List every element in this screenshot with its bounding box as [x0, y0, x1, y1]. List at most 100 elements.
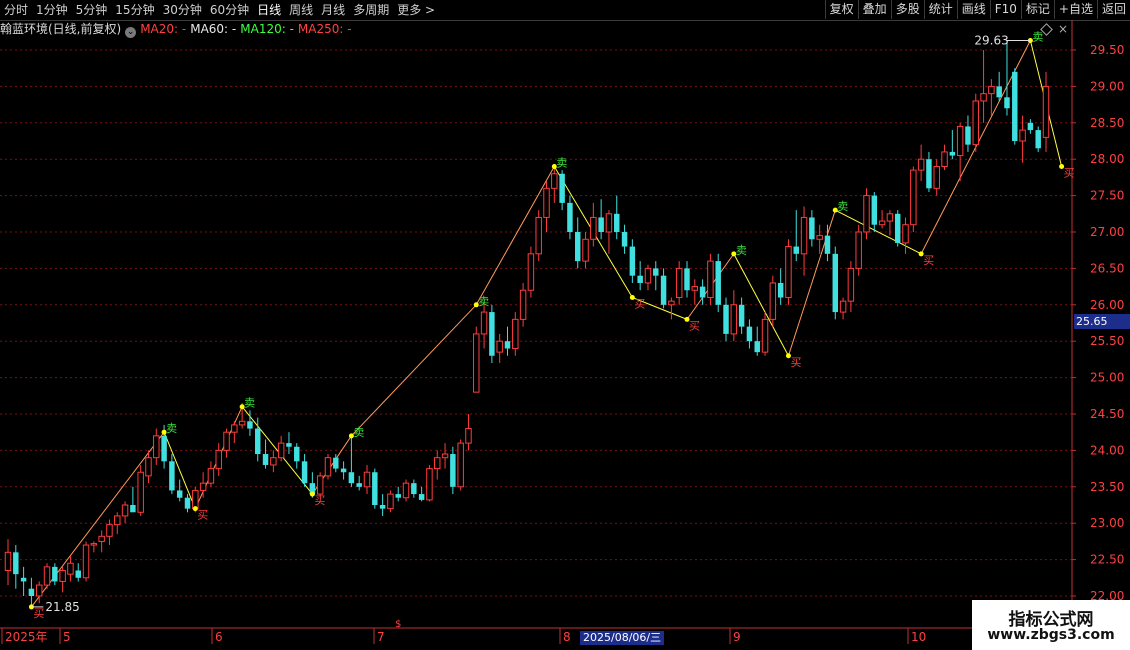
candle-body-up	[543, 187, 550, 218]
candle-body-up	[551, 173, 558, 189]
candle-body-down	[824, 235, 831, 254]
candle-body-up	[910, 169, 917, 226]
watermark: 指标公式网 www.zbgs3.com	[972, 600, 1130, 650]
candle-body-down	[621, 232, 628, 247]
candle-body-down	[28, 588, 35, 596]
high-price-label: 29.63	[974, 34, 1008, 48]
candle-body-down	[629, 246, 636, 276]
candle-body-down	[965, 126, 971, 145]
price-tick-label: 24.50	[1090, 407, 1124, 421]
price-tick-label: 28.00	[1090, 152, 1124, 166]
candle-body-up	[605, 213, 613, 233]
candle-body-down	[356, 483, 362, 487]
candle-body-up	[316, 475, 324, 495]
candle-body-up	[67, 562, 74, 575]
watermark-url: www.zbgs3.com	[987, 627, 1115, 643]
candle-body-down	[255, 428, 261, 455]
candle-body-down	[262, 454, 269, 465]
price-tick-label: 23.50	[1090, 480, 1124, 494]
sell-signal-label: 卖	[837, 200, 848, 213]
candle-body-down	[684, 268, 690, 291]
candle-body-up	[223, 431, 230, 451]
candlestick-chart[interactable]: 29.50 29.00 28.50 28.00 27.50 27.00 26.50 26.00…	[0, 0, 1130, 650]
candle-body-up	[137, 471, 144, 513]
candle-body-up	[207, 468, 215, 484]
candle-body-down	[184, 497, 191, 509]
candle-body-down	[294, 446, 300, 462]
candle-body-down	[395, 494, 401, 498]
candle-body-down	[926, 159, 932, 189]
candle-body-up	[473, 333, 480, 393]
candle-body-up	[527, 253, 535, 291]
buy-signal-label: 买	[314, 494, 325, 507]
candle-body-down	[699, 286, 706, 298]
candle-body-up	[402, 482, 410, 499]
candle-body-down	[871, 195, 878, 225]
date-tick-label: 8	[563, 630, 571, 644]
candle-body-down	[247, 421, 253, 429]
candle-body-down	[450, 454, 456, 487]
candle-body-up	[480, 311, 488, 335]
price-tick-label: 26.50	[1090, 261, 1124, 275]
candle-body-down	[715, 261, 721, 305]
candle-body-down	[894, 213, 901, 243]
candle-body-down	[660, 275, 667, 305]
candle-body-up	[980, 93, 987, 102]
candle-body-up	[816, 235, 823, 240]
candle-body-down	[301, 461, 308, 484]
candle-body-up	[512, 318, 519, 349]
price-tick-label: 27.00	[1090, 225, 1124, 239]
candle-body-down	[793, 246, 799, 254]
sell-signal-label: 卖	[353, 426, 364, 439]
buy-signal-label: 买	[689, 319, 700, 332]
candle-body-down	[348, 472, 355, 484]
date-tick-label: 5	[63, 630, 71, 644]
candle-body-down	[489, 312, 495, 356]
candle-body-up	[730, 304, 738, 335]
candle-body-up	[644, 267, 652, 284]
candle-body-down	[176, 490, 183, 498]
candle-body-up	[691, 286, 699, 291]
candle-body-up	[855, 231, 862, 269]
sell-signal-label: 卖	[556, 156, 567, 169]
date-tick-label: 10	[911, 630, 926, 644]
candle-body-up	[434, 457, 441, 470]
buy-signal-label: 买	[790, 356, 801, 369]
candle-body-down	[1004, 97, 1010, 109]
candle-body-up	[972, 100, 979, 146]
candle-body-down	[20, 577, 27, 582]
candle-body-down	[169, 461, 175, 491]
candle-body-up	[324, 457, 332, 477]
price-tick-label: 26.00	[1090, 298, 1124, 312]
candle-body-down	[637, 275, 643, 283]
sell-signal-label: 卖	[736, 244, 747, 257]
candle-body-down	[949, 151, 956, 156]
candle-body-up	[199, 482, 207, 491]
candle-body-down	[52, 566, 58, 582]
price-tick-label: 29.00	[1090, 79, 1124, 93]
candle-body-down	[372, 472, 378, 505]
candle-body-up	[675, 267, 683, 299]
candle-body-up	[582, 238, 589, 262]
candle-body-up	[933, 165, 940, 189]
candle-body-up	[153, 435, 160, 459]
candle-body-up	[35, 584, 43, 597]
buy-signal-label: 买	[33, 607, 44, 620]
candle-body-up	[59, 570, 66, 582]
current-price-tag: 25.65	[1074, 314, 1130, 329]
candle-body-up	[761, 318, 769, 353]
candle-body-up	[82, 544, 90, 579]
candle-body-up	[1042, 85, 1050, 138]
candle-body-up	[270, 457, 277, 466]
candle-body-up	[192, 489, 199, 510]
candle-body-up	[465, 428, 472, 444]
low-price-label: 21.85	[45, 600, 79, 614]
candle-body-up	[800, 216, 808, 255]
candle-body-up	[519, 289, 527, 320]
candle-body-up	[145, 457, 152, 477]
candle-body-up	[769, 282, 777, 320]
price-tick-label: 22.50	[1090, 553, 1124, 567]
price-tick-label: 25.50	[1090, 334, 1124, 348]
candle-body-up	[441, 453, 449, 459]
candle-body-up	[941, 151, 948, 167]
